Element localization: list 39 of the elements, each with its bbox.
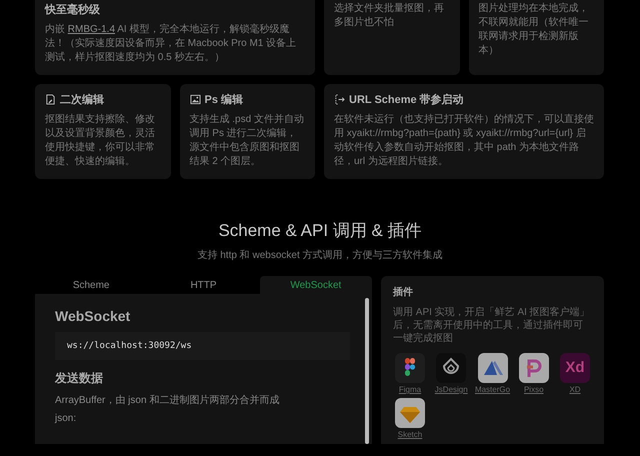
section-title: Scheme & API 调用 & 插件 (218, 220, 422, 242)
doc-heading: 发送数据 (55, 370, 104, 387)
plugin-link[interactable]: XD (569, 385, 581, 394)
login-arrow-icon (334, 94, 345, 105)
card-text: 抠图结果支持擦除、修改以及设置背景颜色，灵活使用快捷键，你可以非常便捷、快速的编辑。 (45, 113, 156, 169)
scrollbar[interactable] (365, 298, 369, 444)
tab[interactable]: HTTP (147, 276, 260, 294)
diamond-logo-icon (395, 398, 425, 428)
doc-paragraph: ArrayBuffer，由 json 和二进制图片两部分合并而成 (55, 394, 280, 407)
code-block: ws://localhost:30092/ws (55, 332, 350, 360)
card-title: 快至毫秒级 (45, 2, 100, 17)
card-text: 支持生成 .psd 文件并自动调用 Ps 进行二次编辑，源文件中包含原图和抠图结果 2 个图层。 (190, 113, 305, 169)
xd-logo-icon: Xd (560, 353, 590, 383)
tab[interactable]: WebSocket (260, 276, 372, 294)
flame-logo-icon (436, 353, 466, 383)
plugin-link[interactable]: Pixso (524, 385, 544, 394)
section-subtitle: 支持 http 和 websocket 方式调用，方便与三方软件集成 (197, 250, 443, 261)
doc-title: WebSocket (55, 308, 132, 324)
figma-logo-icon (395, 353, 425, 383)
plugin-link[interactable]: Figma (398, 385, 422, 394)
triangle-logo-icon (478, 353, 508, 383)
plugin-link[interactable]: MasterGo (474, 385, 510, 394)
plugin-description: 调用 API 实现，开启「鲜艺 AI 抠图客户端」后，无需离开使用中的工具，通过插件即可一键完成抠图 (393, 306, 591, 345)
doc-label: json: (55, 413, 78, 424)
image-icon (190, 94, 200, 105)
plugin-link[interactable]: JsDesign (434, 385, 468, 394)
plugin-title: 插件 (393, 286, 414, 299)
card-text: 图片处理均在本地完成，不联网就能用（软件唯一联网请求用于检测新版本） (478, 2, 590, 58)
card-title: URL Scheme 带参启动 (349, 92, 464, 107)
file-edit-icon (45, 94, 56, 105)
card-title: Ps 编辑 (204, 92, 244, 107)
card-text: 选择文件夹批量抠图，再多图片也不怕 (334, 2, 445, 30)
card-text: 内嵌 RMBG-1.4 AI 模型，完全本地运行，解锁毫秒级魔法！（实际速度因设备而异，在 Macbook Pro M1 设备上测试，样片抠图速度均为 0.5 秒左右。） (45, 23, 298, 65)
card-title: 二次编辑 (60, 92, 104, 107)
card-text: 在软件未运行（也支持已打开软件）的情况下，可以直接使用 xyaikt://rmbg?path={path} 或 xyaikt://rmbg?url={url} 启动软件传入参数自动开始抠图，其中 path 为本地文件路径，url 为远程图片链接。 (334, 113, 594, 169)
plugin-link[interactable]: Sketch (398, 430, 422, 439)
model-link[interactable]: RMBG-1.4 (68, 24, 116, 35)
letter-p-logo-icon (518, 353, 549, 383)
tab[interactable]: Scheme (35, 276, 148, 294)
